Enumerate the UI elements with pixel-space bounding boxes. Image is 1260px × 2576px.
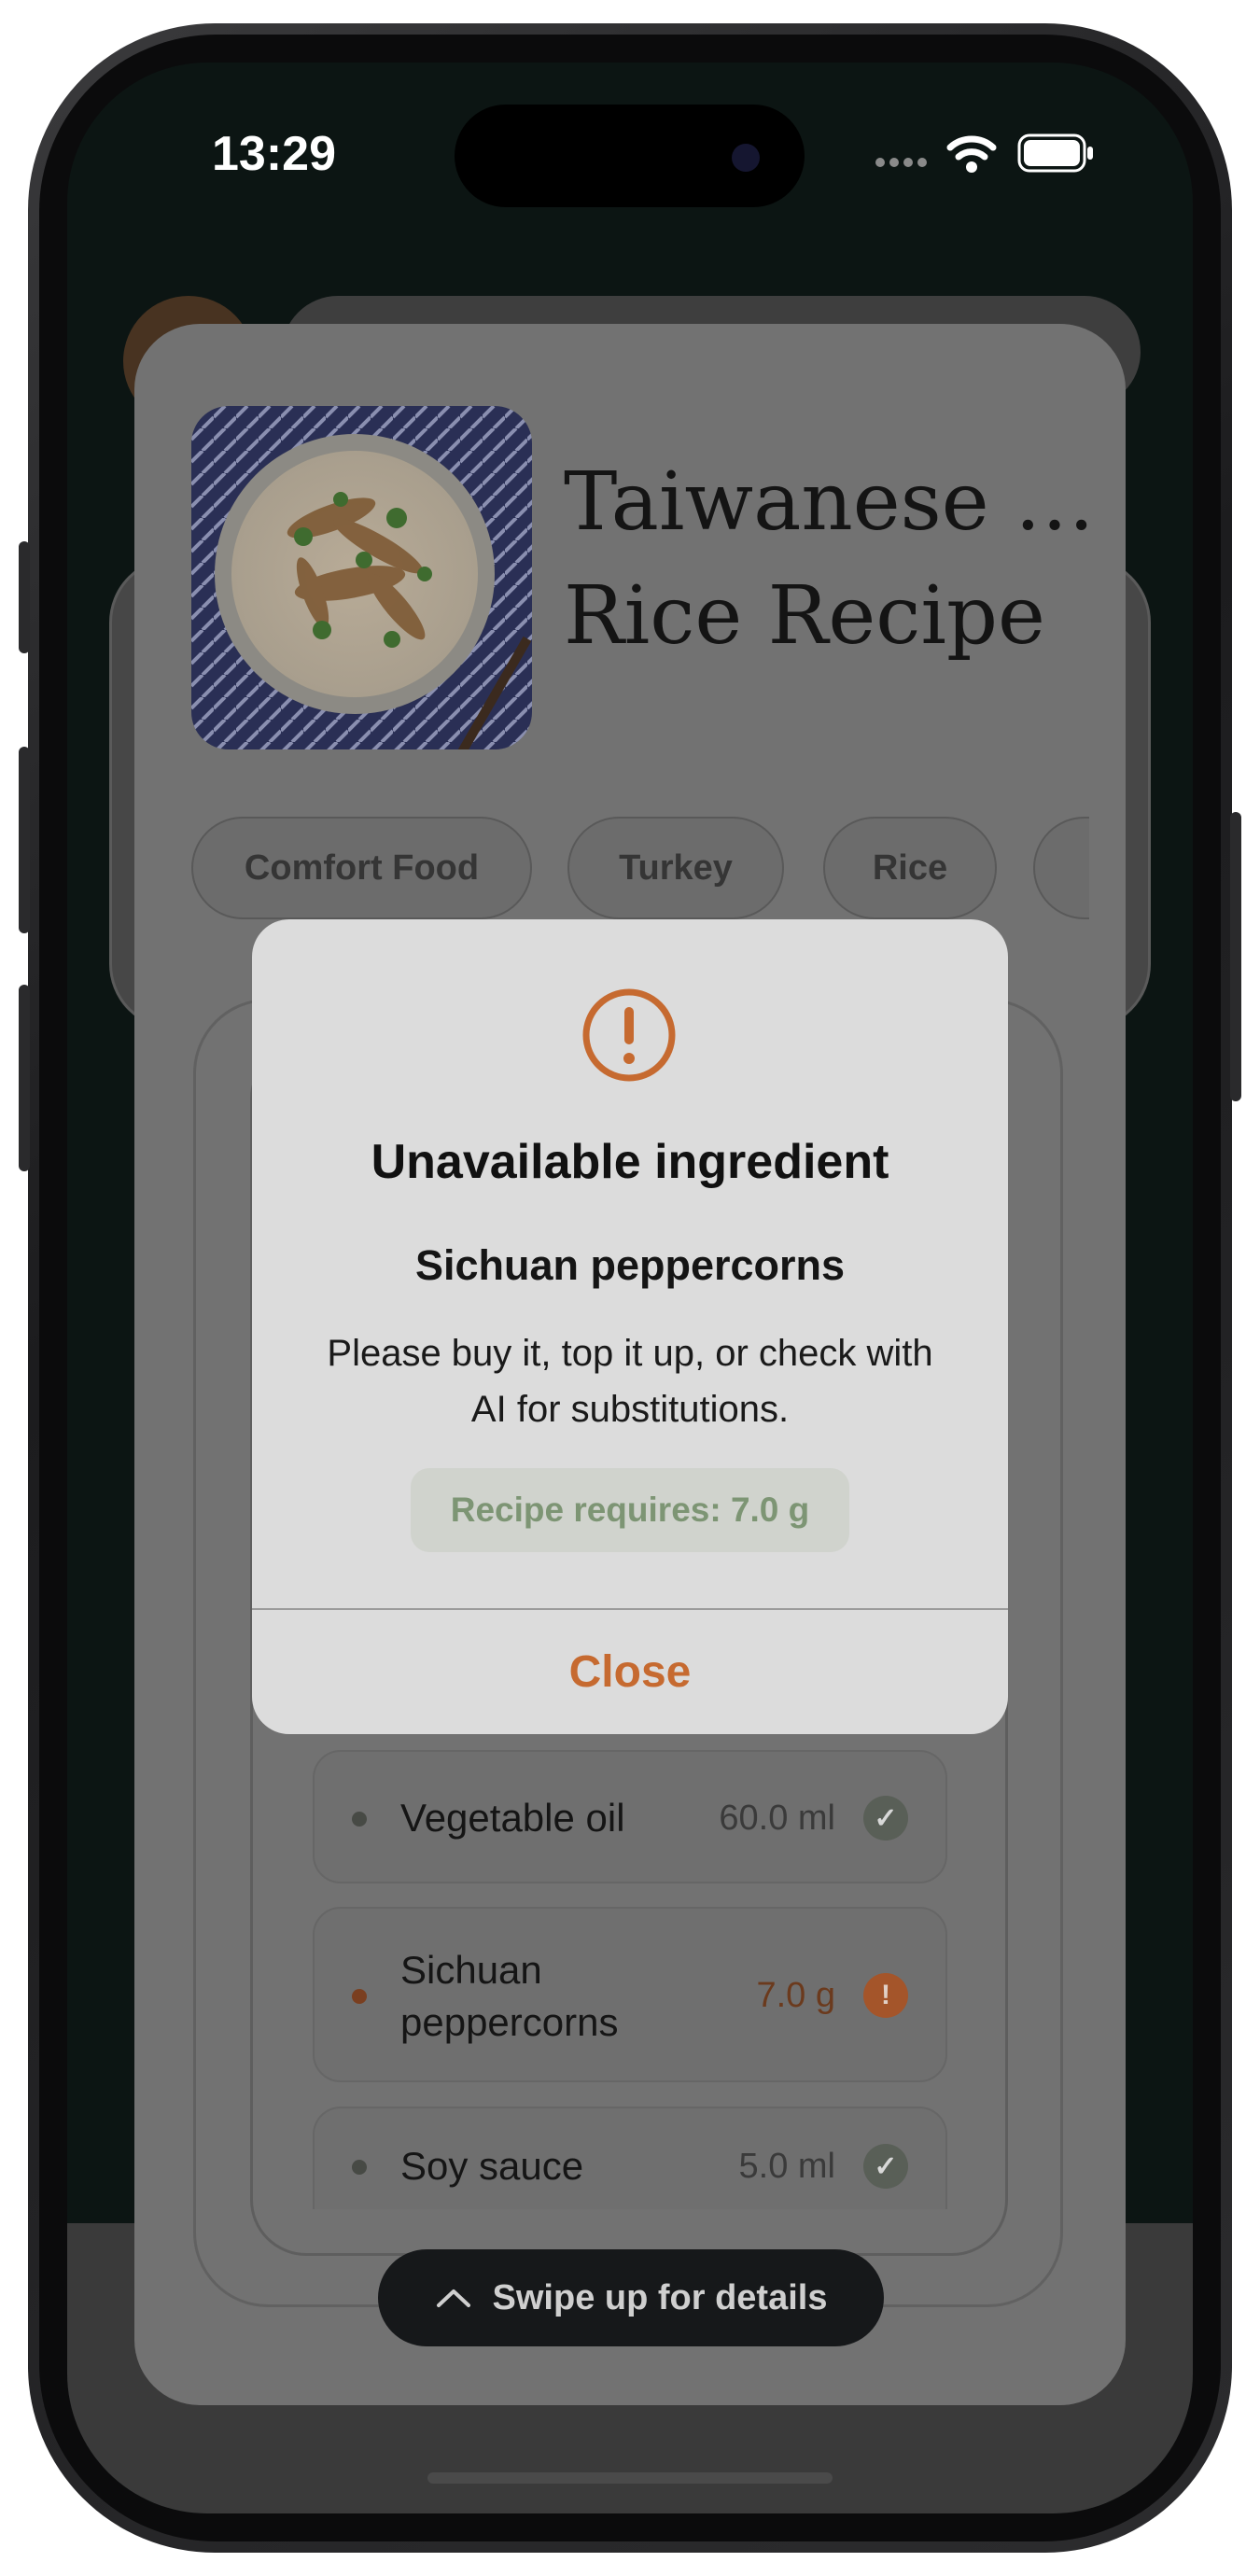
dialog-title: Unavailable ingredient [371, 1135, 889, 1189]
requirement-badge: Recipe requires: 7.0 g [411, 1468, 849, 1552]
dialog-ingredient-name: Sichuan peppercorns [414, 1241, 846, 1289]
home-indicator[interactable] [427, 2472, 833, 2484]
ingredient-row[interactable]: Soy sauce 5.0 ml ✓ [313, 2107, 947, 2209]
unavailable-ingredient-dialog: Unavailable ingredient Sichuan peppercor… [252, 919, 1008, 1734]
volume-up-button [19, 747, 30, 933]
dialog-message: Please buy it, top it up, or check with … [327, 1333, 933, 1430]
tag-label: Rice [872, 847, 948, 888]
camera-dot [732, 144, 760, 172]
close-button[interactable]: Close [252, 1610, 1008, 1734]
status-dot [352, 1989, 367, 2004]
chevron-up-icon [436, 2289, 470, 2307]
ingredient-name: Soy sauce [400, 2144, 584, 2188]
swipe-up-hint[interactable]: Swipe up for details [378, 2249, 884, 2346]
check-icon: ✓ [863, 1796, 908, 1841]
power-button [1230, 812, 1241, 1101]
tag-chip[interactable]: Comfort Food [191, 817, 532, 919]
ingredient-quantity: 60.0 ml [719, 1799, 835, 1838]
status-dot [352, 2160, 367, 2175]
exclamation-icon[interactable]: ! [863, 1973, 908, 2018]
recipe-title: Taiwanese … Rice Recipe [564, 455, 1095, 663]
check-icon: ✓ [863, 2144, 908, 2189]
status-time: 13:29 [212, 127, 336, 181]
battery-icon [1017, 133, 1096, 177]
tag-label: Turkey [619, 847, 733, 888]
ingredient-row[interactable]: Vegetable oil 60.0 ml ✓ [313, 1750, 947, 1883]
volume-down-button [19, 985, 30, 1171]
ingredient-name: Sichuan peppercorns [400, 1948, 619, 2044]
recipe-image [191, 406, 532, 749]
tag-chip[interactable]: Rice [823, 817, 997, 919]
action-button [19, 541, 30, 653]
status-dot [352, 1812, 367, 1827]
ingredient-row[interactable]: Sichuan peppercorns 7.0 g ! [313, 1907, 947, 2082]
tag-chip[interactable]: Turkey [567, 817, 784, 919]
wifi-icon [946, 133, 997, 178]
ingredient-quantity: 7.0 g [756, 1976, 835, 2015]
ingredient-name: Vegetable oil [400, 1796, 625, 1840]
screen: Taiwanese … Rice Recipe Comfort Food Tur… [67, 63, 1193, 2513]
tag-label: Comfort Food [244, 847, 480, 888]
ingredient-quantity: 5.0 ml [738, 2147, 835, 2186]
warning-circle-icon [582, 988, 676, 1082]
signal-icon [875, 153, 931, 173]
swipe-hint-label: Swipe up for details [492, 2277, 828, 2317]
